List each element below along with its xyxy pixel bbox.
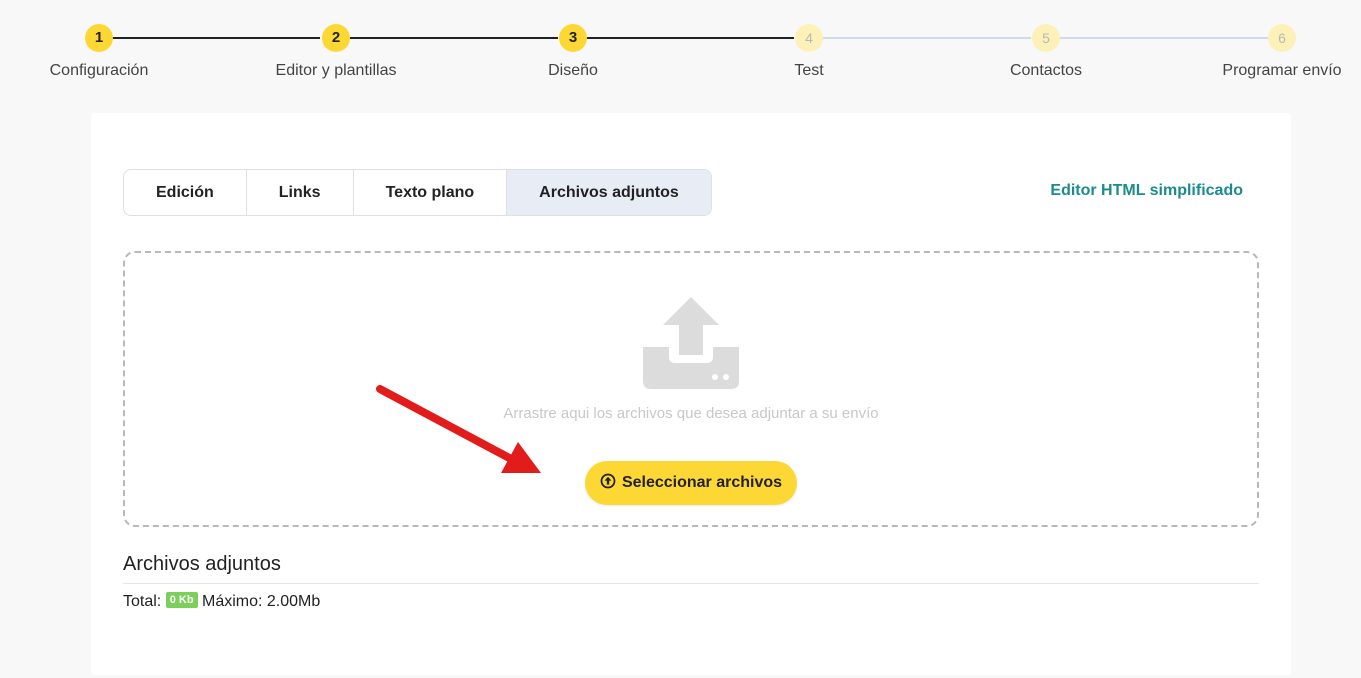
dropzone-hint: Arrastre aqui los archivos que desea adj… [503, 405, 879, 422]
step-number: 6 [1268, 24, 1296, 52]
step-number: 3 [559, 24, 587, 52]
editor-tabs: Edición Links Texto plano Archivos adjun… [123, 169, 712, 216]
step-number: 4 [795, 24, 823, 52]
tab-texto-plano[interactable]: Texto plano [354, 170, 508, 215]
tab-edicion[interactable]: Edición [124, 170, 247, 215]
html-editor-link[interactable]: Editor HTML simplificado [1050, 182, 1243, 200]
total-label: Total: [123, 593, 162, 610]
step-label: Contactos [1009, 62, 1083, 79]
total-size-badge: 0 Kb [165, 592, 198, 609]
select-files-button[interactable]: Seleccionar archivos [585, 461, 797, 505]
attachments-card: Edición Links Texto plano Archivos adjun… [91, 113, 1291, 675]
progress-stepper: 1 Configuración 2 Editor y plantillas 3 … [0, 0, 1361, 100]
divider [123, 583, 1259, 584]
step-configuracion[interactable]: 1 Configuración [0, 24, 199, 80]
step-number: 1 [85, 24, 113, 52]
step-label: Programar envío [1222, 62, 1342, 79]
step-label: Diseño [548, 62, 598, 79]
step-label: Editor y plantillas [275, 62, 397, 79]
attachments-total: Total: 0 Kb Máximo: 2.00Mb [123, 592, 321, 611]
step-test: 4 Test [709, 24, 909, 80]
step-programar-envio: 6 Programar envío [1182, 24, 1361, 80]
step-number: 5 [1032, 24, 1060, 52]
step-editor-plantillas[interactable]: 2 Editor y plantillas [236, 24, 436, 80]
tab-archivos-adjuntos[interactable]: Archivos adjuntos [507, 170, 711, 215]
tab-links[interactable]: Links [247, 170, 354, 215]
step-number: 2 [322, 24, 350, 52]
attachments-heading: Archivos adjuntos [123, 553, 281, 575]
upload-circle-icon [600, 473, 616, 489]
upload-tray-icon [643, 297, 739, 389]
step-contactos: 5 Contactos [946, 24, 1146, 80]
max-size-label: Máximo: 2.00Mb [202, 593, 321, 610]
step-label: Configuración [49, 62, 149, 79]
step-label: Test [794, 62, 824, 79]
select-files-label: Seleccionar archivos [621, 474, 783, 491]
step-diseno[interactable]: 3 Diseño [473, 24, 673, 80]
file-dropzone[interactable]: Arrastre aqui los archivos que desea adj… [123, 251, 1259, 527]
